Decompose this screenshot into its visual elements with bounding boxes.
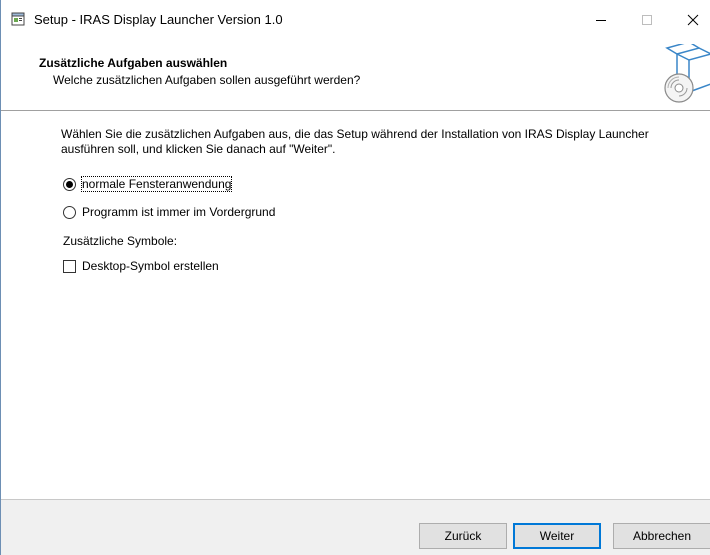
radio-button-unchecked[interactable] xyxy=(63,205,76,219)
desktop-icon-checkbox[interactable] xyxy=(63,259,76,273)
setup-app-icon xyxy=(11,12,25,26)
back-button[interactable]: Zurück xyxy=(419,523,507,549)
minimize-icon xyxy=(596,20,606,21)
maximize-button[interactable] xyxy=(624,0,670,40)
radio-button-checked[interactable] xyxy=(63,177,76,191)
radio-option-normal-window[interactable]: normale Fensteranwendung xyxy=(63,175,233,193)
page-title: Zusätzliche Aufgaben auswählen xyxy=(39,56,228,70)
wizard-header: Zusätzliche Aufgaben auswählen Welche zu… xyxy=(1,40,710,110)
title-bar[interactable]: Setup - IRAS Display Launcher Version 1.… xyxy=(1,0,710,40)
wizard-footer: Zurück Weiter Abbrechen xyxy=(1,500,710,555)
radio-label-always-on-top: Programm ist immer im Vordergrund xyxy=(82,205,276,219)
checkbox-option-desktop-icon[interactable]: Desktop-Symbol erstellen xyxy=(63,257,219,275)
minimize-button[interactable] xyxy=(578,0,624,40)
setup-box-cd-icon xyxy=(659,41,710,108)
page-subtitle: Welche zusätzlichen Aufgaben sollen ausg… xyxy=(53,73,361,87)
wizard-content: Wählen Sie die zusätzlichen Aufgaben aus… xyxy=(1,111,710,499)
instructions-text: Wählen Sie die zusätzlichen Aufgaben aus… xyxy=(61,127,649,156)
setup-window: Setup - IRAS Display Launcher Version 1.… xyxy=(0,0,710,555)
checkbox-label-desktop-icon: Desktop-Symbol erstellen xyxy=(82,259,219,273)
cancel-button[interactable]: Abbrechen xyxy=(613,523,710,549)
section-label-additional-icons: Zusätzliche Symbole: xyxy=(63,234,178,248)
radio-option-always-on-top[interactable]: Programm ist immer im Vordergrund xyxy=(63,203,275,221)
window-title: Setup - IRAS Display Launcher Version 1.… xyxy=(34,12,283,27)
maximize-icon xyxy=(642,15,652,25)
close-icon xyxy=(687,14,699,26)
close-button[interactable] xyxy=(670,0,710,40)
next-button[interactable]: Weiter xyxy=(513,523,601,549)
radio-label-normal-window: normale Fensteranwendung xyxy=(80,176,233,192)
